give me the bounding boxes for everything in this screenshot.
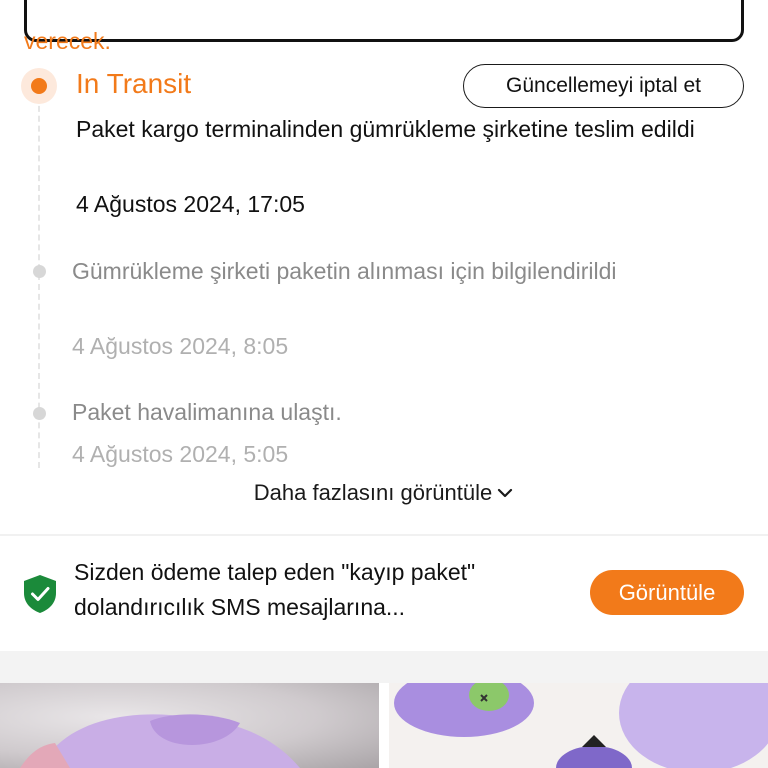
product-photo-purple-toy — [394, 683, 768, 768]
timeline-dot — [33, 407, 46, 420]
notice-text: verecek. — [24, 28, 111, 54]
product-image[interactable] — [0, 683, 379, 768]
shield-check-icon — [24, 575, 56, 613]
chevron-down-icon — [498, 488, 513, 498]
timeline-event-description: Paket havalimanına ulaştı. — [72, 399, 342, 425]
order-tracking-page: verecek. In Transit Güncellemeyi iptal e… — [0, 0, 768, 768]
section-gap — [0, 651, 768, 683]
view-warning-button[interactable]: Görüntüle — [590, 570, 744, 615]
timeline-dot — [33, 265, 46, 278]
product-photo-purple-sweater — [20, 714, 300, 768]
timeline-event-date: 4 Ağustos 2024, 8:05 — [72, 333, 289, 359]
cancel-update-button[interactable]: Güncellemeyi iptal et — [463, 64, 744, 108]
show-more-label: Daha fazlasını görüntüle — [253, 480, 493, 505]
current-status-title: In Transit — [76, 68, 192, 99]
notice-box — [24, 0, 744, 42]
current-status-date: 4 Ağustos 2024, 17:05 — [76, 191, 305, 217]
product-image[interactable] — [389, 683, 768, 768]
current-status-description: Paket kargo terminalinden gümrükleme şir… — [76, 116, 695, 142]
section-divider — [0, 534, 768, 536]
timeline-event-description: Gümrükleme şirketi paketin alınması için… — [72, 258, 617, 284]
scam-warning-text: Sizden ödeme talep eden "kayıp paket" do… — [74, 559, 476, 620]
active-status-dot — [31, 78, 47, 94]
timeline-event-date: 4 Ağustos 2024, 5:05 — [72, 441, 289, 467]
show-more-link[interactable]: Daha fazlasını görüntüle — [0, 480, 768, 506]
